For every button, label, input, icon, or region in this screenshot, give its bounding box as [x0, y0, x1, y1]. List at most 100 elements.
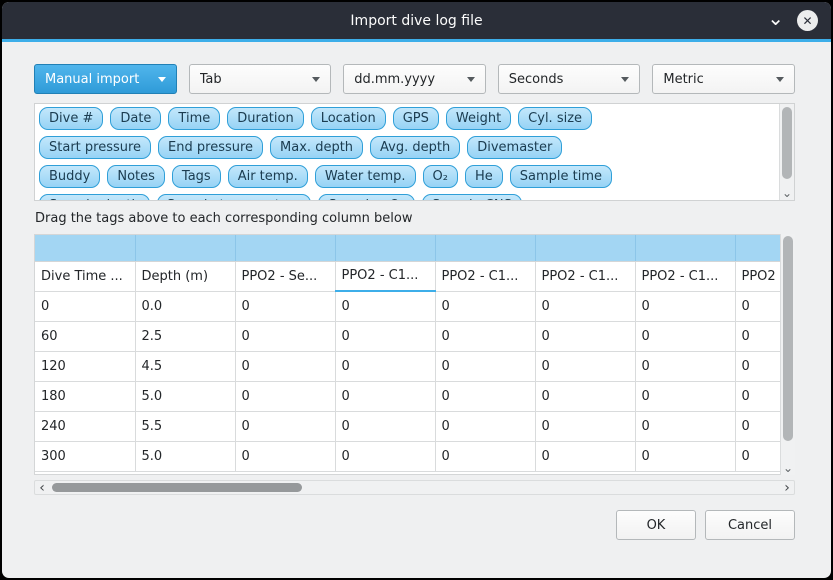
column-drop-target[interactable] [235, 235, 335, 261]
table-cell: 4.5 [135, 351, 235, 381]
import-mode-dropdown[interactable]: Manual import [34, 64, 177, 94]
table-vertical-scrollbar[interactable]: ⌄ [780, 234, 795, 475]
table-cell: 0 [635, 351, 735, 381]
column-drop-target[interactable] [735, 235, 780, 261]
table-cell: 0 [735, 441, 780, 471]
tag-chip[interactable]: He [465, 165, 503, 188]
scroll-down-arrow[interactable]: ⌄ [780, 188, 794, 198]
table-cell: 0 [435, 411, 535, 441]
table-cell: 0 [435, 351, 535, 381]
column-header[interactable]: PPO2 - C1... [535, 261, 635, 291]
drag-instruction-text: Drag the tags above to each correspondin… [35, 211, 795, 226]
column-header[interactable]: PPO2 - C1... [735, 261, 780, 291]
tag-chip[interactable]: Sample depth [39, 194, 150, 200]
table-cell: 300 [35, 441, 135, 471]
table-area: Dive Time ...Depth (m)PPO2 - Se...PPO2 -… [34, 234, 795, 475]
tag-chip[interactable]: Date [110, 107, 161, 130]
chevron-left-icon: ‹ [39, 480, 45, 496]
column-header[interactable]: PPO2 - Se... [235, 261, 335, 291]
date-format-dropdown[interactable]: dd.mm.yyyy [343, 64, 486, 94]
tag-chip[interactable]: End pressure [158, 136, 263, 159]
table-cell: 0 [235, 321, 335, 351]
tag-chip[interactable]: Time [168, 107, 220, 130]
titlebar-controls: ⌄ ✕ [767, 2, 818, 39]
tag-chip[interactable]: O₂ [423, 165, 458, 188]
table-row: 3005.0000000 [35, 441, 780, 471]
scroll-left-arrow[interactable]: ‹ [35, 481, 49, 494]
table-horizontal-scrollbar[interactable]: ‹ › [34, 480, 795, 495]
tag-chip[interactable]: Weight [446, 107, 511, 130]
column-header[interactable]: PPO2 - C1... [335, 261, 435, 291]
cancel-button[interactable]: Cancel [705, 510, 795, 540]
tag-chip[interactable]: Water temp. [315, 165, 416, 188]
table-cell: 0 [435, 381, 535, 411]
scrollbar-thumb[interactable] [783, 236, 793, 441]
scroll-right-arrow[interactable]: › [780, 481, 794, 494]
scroll-down-arrow[interactable]: ⌄ [781, 463, 795, 473]
column-drop-target[interactable] [135, 235, 235, 261]
table-cell: 0 [735, 291, 780, 321]
tag-chip[interactable]: Avg. depth [370, 136, 460, 159]
scrollbar-thumb[interactable] [52, 483, 302, 492]
ok-button[interactable]: OK [616, 510, 696, 540]
table-row: 1204.5000000 [35, 351, 780, 381]
dropdown-value: Seconds [509, 72, 622, 87]
units-dropdown[interactable]: Metric [652, 64, 795, 94]
scrollbar-thumb[interactable] [782, 107, 792, 179]
tag-chip[interactable]: Dive # [39, 107, 103, 130]
field-separator-dropdown[interactable]: Tab [189, 64, 332, 94]
column-header[interactable]: Dive Time ... [35, 261, 135, 291]
tag-chip[interactable]: GPS [393, 107, 439, 130]
window-close-button[interactable]: ✕ [797, 10, 818, 31]
table-cell: 0.0 [135, 291, 235, 321]
window-title: Import dive log file [350, 13, 482, 29]
table-row: 00.0000000 [35, 291, 780, 321]
table-cell: 0 [635, 411, 735, 441]
table-cell: 0 [435, 321, 535, 351]
tag-chip[interactable]: Tags [172, 165, 221, 188]
column-header[interactable]: Depth (m) [135, 261, 235, 291]
tag-chip[interactable]: Sample time [510, 165, 612, 188]
chevron-down-icon [621, 77, 629, 82]
close-icon: ✕ [802, 14, 812, 28]
chevron-right-icon: › [784, 480, 790, 496]
titlebar[interactable]: Import dive log file ⌄ ✕ [2, 2, 831, 39]
tag-chip[interactable]: Sample CNS [422, 194, 522, 200]
table-cell: 60 [35, 321, 135, 351]
table-cell: 0 [235, 411, 335, 441]
tag-chip[interactable]: Divemaster [467, 136, 562, 159]
table-cell: 0 [335, 441, 435, 471]
tag-chip[interactable]: Duration [227, 107, 303, 130]
tag-chip[interactable]: Max. depth [270, 136, 363, 159]
tag-row: Dive # Date Time Duration Location GPS Weight C… [39, 107, 775, 130]
chevron-down-icon [776, 77, 784, 82]
column-drop-target[interactable] [535, 235, 635, 261]
window-more-button[interactable]: ⌄ [767, 11, 784, 31]
chevron-down-icon: ⌄ [767, 6, 784, 30]
table-cell: 0 [235, 291, 335, 321]
tag-chip[interactable]: Air temp. [228, 165, 308, 188]
table-cell: 0 [235, 441, 335, 471]
table-cell: 0 [335, 411, 435, 441]
column-drop-target[interactable] [335, 235, 435, 261]
column-header[interactable]: PPO2 - C1... [435, 261, 535, 291]
tag-chip[interactable]: Cyl. size [518, 107, 592, 130]
column-drop-target[interactable] [35, 235, 135, 261]
tag-panel-scrollbar[interactable]: ⌄ [779, 104, 794, 200]
tag-chip[interactable]: Buddy [39, 165, 100, 188]
tag-chip[interactable]: Notes [107, 165, 165, 188]
table-cell: 0 [335, 291, 435, 321]
dropdown-value: Tab [200, 72, 313, 87]
duration-format-dropdown[interactable]: Seconds [498, 64, 641, 94]
tag-chip[interactable]: Start pressure [39, 136, 151, 159]
column-drop-target[interactable] [635, 235, 735, 261]
table-cell: 0 [735, 351, 780, 381]
tag-chip[interactable]: Sample temperature [157, 194, 312, 200]
tag-chip[interactable]: Sample pO₂ [318, 194, 415, 200]
table-cell: 0 [535, 291, 635, 321]
column-header[interactable]: PPO2 - C1... [635, 261, 735, 291]
chevron-down-icon [158, 77, 166, 82]
header-row: Dive Time ...Depth (m)PPO2 - Se...PPO2 -… [35, 261, 780, 291]
tag-chip[interactable]: Location [311, 107, 386, 130]
column-drop-target[interactable] [435, 235, 535, 261]
